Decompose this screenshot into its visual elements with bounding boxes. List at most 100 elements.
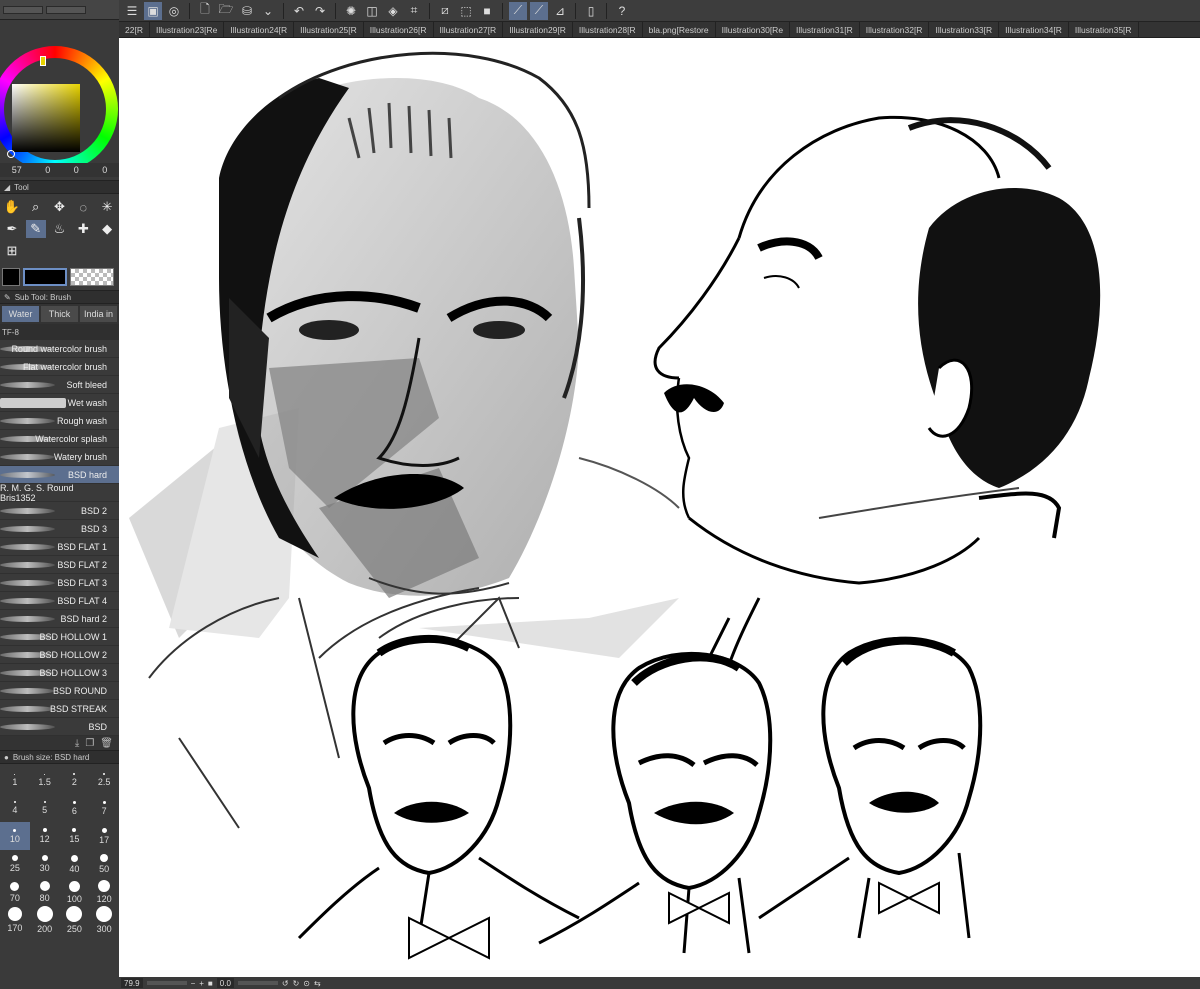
clear-icon[interactable]: ◫	[363, 2, 381, 20]
list-item[interactable]: BSD FLAT 1	[0, 538, 119, 556]
document-tab[interactable]: Illustration29[R	[503, 22, 573, 37]
brush-size-option[interactable]: 12	[30, 822, 60, 850]
pencil-tool-icon[interactable]: ✎	[25, 220, 46, 238]
list-item[interactable]: BSD FLAT 3	[0, 574, 119, 592]
save-icon[interactable]: ⛁	[238, 2, 256, 20]
brush-size-option[interactable]: 1	[0, 766, 30, 794]
tab-india-ink[interactable]: India in	[80, 306, 117, 322]
list-item[interactable]: BSD HOLLOW 1	[0, 628, 119, 646]
lasso-tool-icon[interactable]: ◌	[73, 198, 93, 216]
open-file-icon[interactable]: 🗁	[217, 2, 235, 20]
zoom-slider[interactable]	[146, 981, 187, 985]
document-tab[interactable]: Illustration27[R	[434, 22, 504, 37]
zoom-level[interactable]: 79.9	[121, 978, 143, 988]
help-icon[interactable]: ?	[613, 2, 631, 20]
brush-size-option[interactable]: 6	[60, 794, 90, 822]
rotate-right-icon[interactable]: ↻	[293, 979, 300, 988]
rotation-slider[interactable]	[237, 981, 278, 985]
list-item[interactable]: Round watercolor brush	[0, 340, 119, 358]
document-tab[interactable]: Illustration28[R	[573, 22, 643, 37]
brush-size-option[interactable]: 2.5	[89, 766, 119, 794]
eraser-tool-icon[interactable]: ◆	[97, 220, 117, 238]
list-item[interactable]: Soft bleed	[0, 376, 119, 394]
fit-icon[interactable]: ■	[208, 979, 213, 988]
reset-rotation-icon[interactable]: ⊙	[303, 979, 310, 988]
list-item[interactable]: Wet wash	[0, 394, 119, 412]
brush-size-option[interactable]: 40	[60, 850, 90, 878]
rotate-left-icon[interactable]: ↺	[282, 979, 289, 988]
brush-size-option[interactable]: 15	[60, 822, 90, 850]
document-tab[interactable]: Illustration33[R	[929, 22, 1000, 37]
menu-icon[interactable]: ☰	[123, 2, 141, 20]
decoration-tool-icon[interactable]: ✚	[73, 220, 93, 238]
import-icon[interactable]: ⤓	[75, 738, 79, 749]
list-item[interactable]: BSD	[0, 718, 119, 736]
brush-size-option[interactable]: 170	[0, 906, 30, 934]
selection-off-icon[interactable]: ⧄	[436, 2, 454, 20]
document-tab[interactable]: Illustration25[R	[294, 22, 364, 37]
brush-size-option[interactable]: 100	[60, 878, 90, 906]
document-tab[interactable]: Illustration23[Re	[150, 22, 225, 37]
chevron-down-icon[interactable]: ⌄	[259, 2, 277, 20]
layer-view-icon[interactable]: ▣	[144, 1, 162, 20]
brush-size-option[interactable]: 50	[89, 850, 119, 878]
document-tab[interactable]: Illustration35[R	[1069, 22, 1139, 37]
hand-tool-icon[interactable]: ✋	[2, 198, 22, 216]
list-item[interactable]: R. M. G. S. Round Bris1352	[0, 483, 119, 503]
list-item[interactable]: Rough wash	[0, 412, 119, 430]
document-tab[interactable]: Illustration30[Re	[716, 22, 791, 37]
copy-icon[interactable]: ❐	[85, 738, 94, 749]
brush-size-option[interactable]: 7	[89, 794, 119, 822]
panel-tab-strip-2[interactable]	[46, 5, 86, 14]
tab-thick-paint[interactable]: Thick	[41, 306, 78, 322]
brush-size-option[interactable]: 10	[0, 822, 30, 850]
brush-size-option[interactable]: 120	[89, 878, 119, 906]
navigator-icon[interactable]: ◎	[165, 2, 183, 20]
brush-size-option[interactable]: 70	[0, 878, 30, 906]
brush-size-option[interactable]: 30	[30, 850, 60, 878]
brush-size-option[interactable]: 250	[60, 906, 90, 934]
move-tool-icon[interactable]: ✥	[50, 198, 70, 216]
brush-size-option[interactable]: 300	[89, 906, 119, 934]
brush-size-option[interactable]: 4	[0, 794, 30, 822]
brush-size-option[interactable]: 17	[89, 822, 119, 850]
crop-icon[interactable]: ⌗	[405, 2, 423, 20]
selection-border-icon[interactable]: ■	[478, 2, 496, 20]
transparent-color-swatch[interactable]	[70, 268, 114, 286]
document-tab[interactable]: bla.png[Restore	[643, 22, 716, 37]
rotation-angle[interactable]: 0.0	[216, 978, 234, 988]
pen-tool-icon[interactable]: ✒	[2, 220, 22, 238]
document-tab[interactable]: Illustration34[R	[999, 22, 1069, 37]
list-item[interactable]: BSD hard 2	[0, 610, 119, 628]
brush-size-option[interactable]: 200	[30, 906, 60, 934]
document-tab[interactable]: Illustration31[R	[790, 22, 860, 37]
list-item[interactable]: BSD HOLLOW 2	[0, 646, 119, 664]
snap-grid-icon[interactable]: ⊿	[551, 2, 569, 20]
document-tab[interactable]: Illustration26[R	[364, 22, 434, 37]
trash-icon[interactable]: 🗑	[100, 738, 113, 749]
sub-color-swatch[interactable]	[23, 268, 67, 286]
drawing-canvas[interactable]	[119, 38, 1200, 977]
document-tab[interactable]: Illustration24[R	[224, 22, 295, 37]
loading-icon[interactable]: ✺	[342, 2, 360, 20]
list-item[interactable]: BSD FLAT 4	[0, 592, 119, 610]
hue-knob[interactable]	[40, 56, 46, 66]
brush-tool-icon[interactable]: ♨	[50, 220, 70, 238]
tab-watercolor[interactable]: Water	[2, 306, 39, 322]
smartphone-icon[interactable]: ▯	[582, 2, 600, 20]
brush-size-option[interactable]: 25	[0, 850, 30, 878]
list-item[interactable]: Flat watercolor brush	[0, 358, 119, 376]
fill-icon[interactable]: ◈	[384, 2, 402, 20]
zoom-in-icon[interactable]: +	[199, 979, 204, 988]
snap-special-ruler-icon[interactable]: ⟋	[530, 1, 548, 20]
main-color-swatch[interactable]	[2, 268, 20, 286]
brush-size-option[interactable]: 1.5	[30, 766, 60, 794]
color-picker-knob[interactable]	[7, 150, 15, 158]
magic-wand-icon[interactable]: ✳	[97, 198, 117, 216]
brush-size-option[interactable]: 5	[30, 794, 60, 822]
new-file-icon[interactable]: 🗋	[196, 2, 214, 20]
undo-icon[interactable]: ↶	[290, 2, 308, 20]
list-item[interactable]: BSD STREAK	[0, 700, 119, 718]
invert-selection-icon[interactable]: ⬚	[457, 2, 475, 20]
snap-ruler-icon[interactable]: ⟋	[509, 1, 527, 20]
